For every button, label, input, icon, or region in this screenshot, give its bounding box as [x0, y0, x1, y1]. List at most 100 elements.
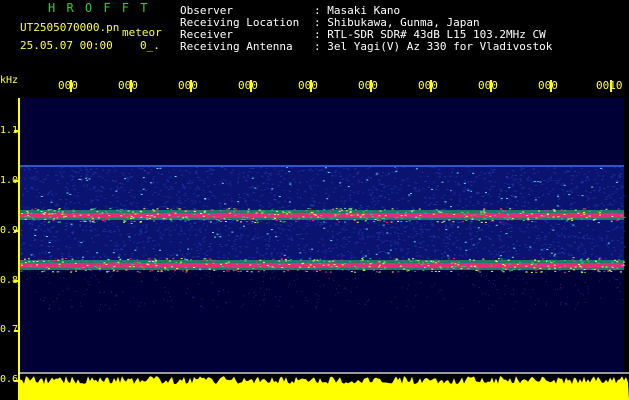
noise-dot: [251, 185, 253, 187]
noise-dot: [335, 170, 338, 172]
noise-dot: [172, 207, 174, 209]
band-dot: [307, 266, 310, 268]
noise-dot: [245, 246, 248, 248]
noise-dot: [235, 239, 238, 241]
noise-dot: [207, 197, 210, 199]
noise-dot: [328, 278, 330, 280]
noise-dot: [507, 183, 510, 185]
noise-dot: [510, 293, 512, 295]
band-dot: [439, 266, 442, 268]
band-dot: [495, 260, 497, 262]
noise-dot: [243, 295, 245, 297]
noise-dot: [483, 173, 486, 174]
noise-dot: [216, 228, 219, 230]
noise-dot: [234, 250, 237, 252]
band-dot: [611, 262, 614, 264]
noise-dot: [489, 238, 492, 240]
noise-dot: [524, 244, 527, 246]
band-dot: [61, 261, 64, 263]
noise-dot: [228, 291, 229, 293]
noise-dot: [171, 306, 173, 308]
noise-dot: [542, 194, 545, 196]
band-dot: [132, 217, 135, 219]
noise-dot: [515, 175, 517, 176]
band-dot: [535, 217, 538, 219]
noise-dot: [277, 305, 279, 307]
noise-dot: [611, 204, 614, 206]
noise-dot: [448, 234, 451, 236]
noise-dot: [384, 185, 387, 187]
noise-dot: [39, 276, 41, 278]
band-dot: [24, 262, 27, 264]
noise-dot: [243, 225, 245, 227]
noise-dot: [305, 297, 307, 298]
noise-dot: [505, 233, 508, 234]
noise-dot: [349, 194, 351, 196]
noise-dot: [572, 224, 575, 226]
noise-dot: [273, 277, 275, 279]
noise-dot: [168, 189, 171, 191]
noise-dot: [270, 173, 273, 175]
noise-dot: [570, 167, 573, 169]
noise-dot: [255, 199, 258, 201]
noise-dot: [529, 246, 532, 248]
noise-dot: [434, 237, 437, 238]
noise-dot: [389, 240, 392, 242]
noise-dot: [338, 172, 341, 174]
band-dot: [124, 261, 127, 263]
band-dot: [182, 270, 185, 272]
noise-dot: [190, 248, 193, 250]
noise-dot: [70, 226, 73, 228]
noise-dot: [395, 226, 398, 228]
noise-dot: [315, 168, 318, 170]
noise-dot: [346, 278, 348, 280]
noise-dot: [580, 243, 583, 245]
band-dot: [240, 221, 242, 223]
noise-dot: [574, 170, 576, 172]
noise-dot: [219, 206, 222, 208]
noise-dot: [427, 204, 430, 206]
noise-dot: [209, 243, 212, 245]
noise-dot: [56, 298, 58, 300]
band-dot: [518, 268, 521, 270]
band-dot: [527, 219, 530, 221]
noise-dot: [265, 222, 268, 224]
band-dot: [309, 208, 312, 210]
noise-dot: [263, 276, 265, 278]
noise-dot: [401, 248, 404, 250]
noise-dot: [198, 188, 201, 190]
noise-dot: [362, 254, 365, 256]
noise-dot: [375, 253, 378, 255]
noise-dot: [365, 255, 367, 257]
band-dot: [580, 261, 583, 263]
band-dot: [611, 211, 614, 213]
noise-dot: [520, 167, 522, 169]
noise-dot: [349, 190, 352, 192]
noise-dot: [278, 185, 281, 187]
noise-dot: [422, 241, 425, 242]
noise-dot: [458, 198, 461, 200]
band-dot: [203, 258, 206, 260]
noise-dot: [433, 235, 436, 236]
band-dot: [525, 265, 528, 267]
noise-dot: [120, 186, 122, 188]
noise-dot: [615, 227, 618, 229]
noise-dot: [598, 280, 600, 282]
band-dot: [98, 265, 101, 267]
noise-dot: [394, 177, 397, 179]
noise-dot: [382, 223, 384, 225]
band-dot: [300, 212, 303, 214]
noise-dot: [261, 175, 264, 177]
noise-dot: [328, 195, 330, 197]
noise-dot: [335, 223, 338, 224]
noise-dot: [563, 237, 566, 238]
noise-dot: [455, 237, 457, 238]
noise-dot: [49, 308, 50, 309]
band-dot: [379, 220, 381, 221]
band-dot: [206, 218, 209, 220]
noise-dot: [79, 302, 81, 304]
noise-dot: [347, 251, 350, 252]
band-dot: [534, 259, 537, 261]
band-dot: [254, 222, 257, 223]
band-dot: [107, 259, 110, 261]
